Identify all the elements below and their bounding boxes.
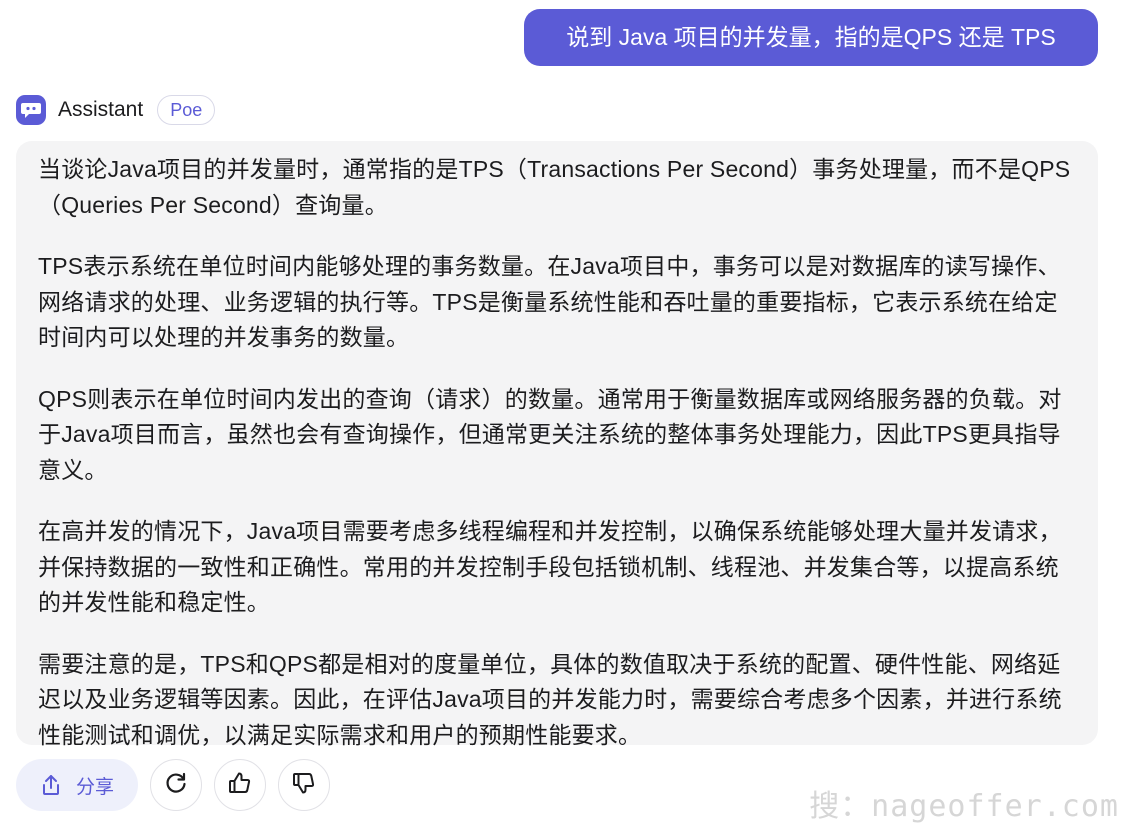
thumbs-down-icon [291, 770, 317, 801]
assistant-answer: 当谈论Java项目的并发量时，通常指的是TPS（Transactions Per… [16, 141, 1098, 748]
dislike-button[interactable] [278, 759, 331, 811]
answer-paragraph: 在高并发的情况下，Java项目需要考虑多线程编程和并发控制，以确保系统能够处理大… [38, 518, 1062, 615]
poe-badge: Poe [157, 95, 216, 125]
like-button[interactable] [214, 759, 267, 811]
share-button[interactable]: 分享 [16, 759, 139, 811]
share-icon [40, 773, 62, 797]
share-label: 分享 [76, 776, 115, 798]
thumbs-up-icon [227, 770, 253, 801]
answer-paragraph: 当谈论Java项目的并发量时，通常指的是TPS（Transactions Per… [38, 156, 1071, 218]
answer-paragraph: QPS则表示在单位时间内发出的查询（请求）的数量。通常用于衡量数据库或网络服务器… [38, 385, 1062, 483]
refresh-icon [163, 770, 189, 801]
bot-name[interactable]: Assistant [58, 98, 143, 122]
user-message-bubble: 说到 Java 项目的并发量，指的是QPS 还是 TPS [524, 9, 1098, 66]
bot-avatar-icon[interactable] [16, 95, 46, 125]
message-actions: 分享 [16, 759, 331, 811]
answer-paragraph: TPS表示系统在单位时间内能够处理的事务数量。在Java项目中，事务可以是对数据… [38, 253, 1061, 350]
regenerate-button[interactable] [150, 759, 203, 811]
answer-paragraph: 需要注意的是，TPS和QPS都是相对的度量单位，具体的数值取决于系统的配置、硬件… [38, 650, 1062, 748]
bot-header: Assistant Poe [16, 93, 216, 127]
watermark: 搜：nageoffer.com [809, 789, 1119, 824]
